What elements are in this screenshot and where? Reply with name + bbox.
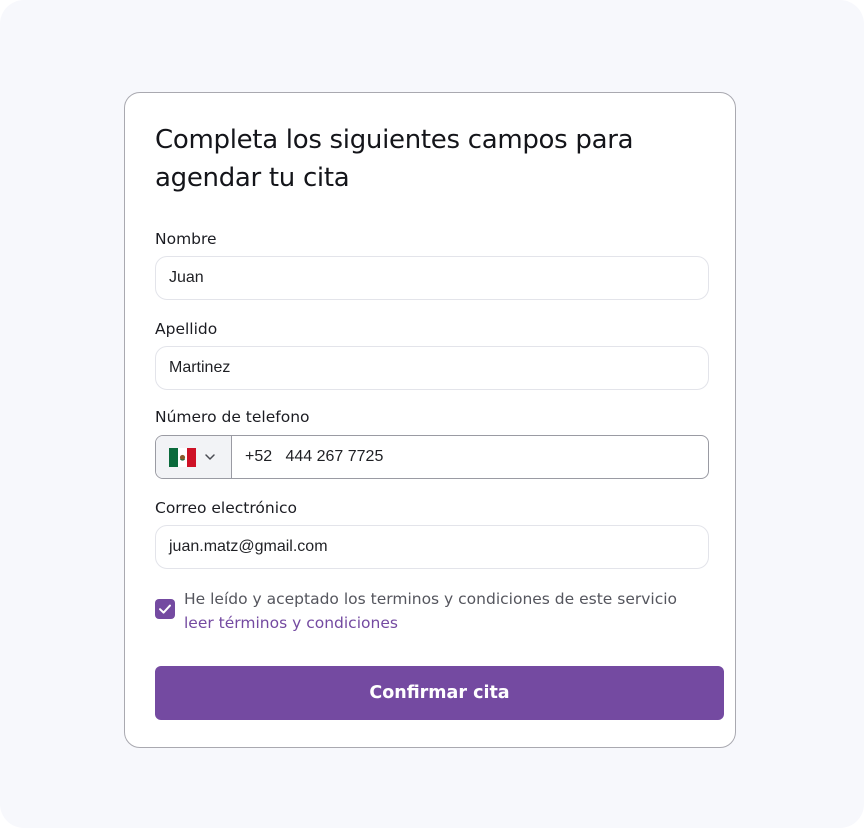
apellido-label: Apellido — [155, 320, 218, 338]
form-title: Completa los siguientes campos para agen… — [155, 125, 634, 193]
apellido-field[interactable]: Martinez — [155, 346, 709, 390]
check-icon — [159, 604, 171, 614]
terms-text: He leído y aceptado los terminos y condi… — [184, 590, 678, 608]
terms-checkbox[interactable] — [155, 599, 175, 619]
confirm-appointment-button[interactable]: Confirmar cita — [155, 666, 724, 720]
country-selector[interactable] — [156, 436, 232, 478]
email-field[interactable]: juan.matz@gmail.com — [155, 525, 709, 569]
phone-number-field[interactable]: +52 444 267 7725 — [232, 436, 708, 478]
nombre-field[interactable]: Juan — [155, 256, 709, 300]
read-terms-link[interactable]: leer términos y condiciones — [184, 611, 398, 635]
correo-label: Correo electrónico — [155, 499, 298, 517]
telefono-label: Número de telefono — [155, 408, 310, 426]
phone-input-group: +52 444 267 7725 — [155, 435, 709, 479]
appointment-form-card: Completa los siguientes campos para agen… — [124, 92, 736, 748]
nombre-label: Nombre — [155, 230, 217, 248]
mexico-flag-icon — [169, 447, 196, 467]
chevron-down-icon — [204, 451, 216, 463]
page-background: Completa los siguientes campos para agen… — [0, 0, 864, 828]
